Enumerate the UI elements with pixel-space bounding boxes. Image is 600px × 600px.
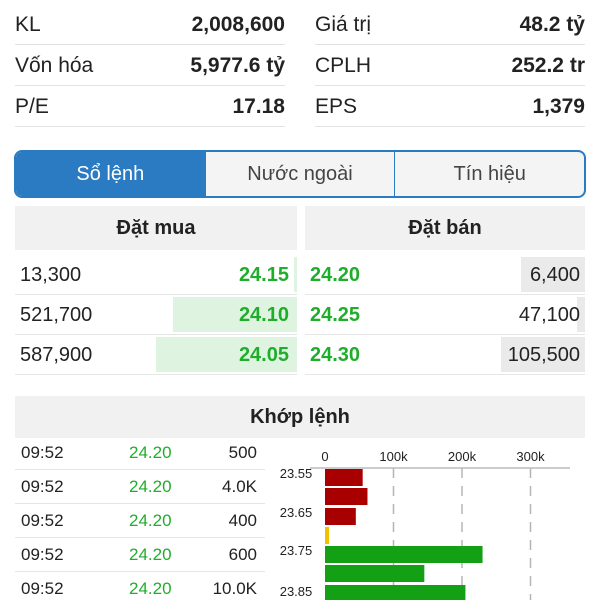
x-tick-label: 300k [516, 449, 545, 464]
volume-bar [325, 469, 363, 486]
segmented-tabs: Sổ lệnh Nước ngoài Tín hiệu [14, 150, 586, 198]
volume-bar [325, 585, 466, 600]
stat-value: 48.2 tỷ [519, 12, 585, 36]
stat-label: Giá trị [315, 12, 372, 36]
sell-orders-header: Đặt bán [305, 206, 585, 250]
sell-price: 24.30 [310, 344, 361, 366]
stat-value: 1,379 [532, 94, 585, 118]
sell-volume: 105,500 [507, 344, 580, 366]
buy-depth-bar [294, 257, 297, 292]
trade-time: 09:52 [21, 443, 64, 462]
sell-volume: 47,100 [518, 304, 580, 326]
sell-volume: 6,400 [529, 264, 580, 286]
buy-price: 24.05 [238, 344, 289, 366]
buy-volume: 587,900 [20, 344, 93, 366]
volume-bar [325, 546, 483, 563]
tab-order-book[interactable]: Sổ lệnh [16, 152, 205, 196]
trade-time: 09:52 [21, 545, 64, 564]
trade-price: 24.20 [129, 545, 172, 564]
trade-price: 24.20 [129, 579, 172, 598]
stat-value: 17.18 [232, 94, 285, 118]
trade-row: 09:52 24.20 500 [15, 436, 265, 470]
buy-price: 24.10 [238, 304, 289, 326]
stat-label: Vốn hóa [15, 53, 94, 77]
buy-volume: 13,300 [20, 264, 82, 286]
y-tick-label: 23.85 [280, 584, 313, 599]
sell-order-row[interactable]: 24.30 105,500 [305, 335, 585, 375]
buy-orders-header: Đặt mua [15, 206, 297, 250]
trade-volume: 500 [228, 443, 257, 462]
stat-pe: P/E 17.18 [15, 87, 285, 127]
y-tick-label: 23.75 [280, 543, 313, 558]
trade-price: 24.20 [129, 511, 172, 530]
trade-price: 24.20 [129, 477, 172, 496]
stat-value: 5,977.6 tỷ [190, 53, 285, 77]
buy-order-row[interactable]: 521,700 24.10 [15, 295, 297, 335]
buy-volume: 521,700 [20, 304, 93, 326]
sell-price: 24.20 [310, 264, 361, 286]
x-tick-label: 200k [448, 449, 477, 464]
trade-volume: 400 [228, 511, 257, 530]
volume-bar [325, 527, 330, 544]
volume-by-price-svg: 0 100k 200k 300k 23.55 23.65 23.75 23.85 [280, 449, 570, 600]
x-tick-label: 100k [379, 449, 408, 464]
stat-shares-outstanding: CPLH 252.2 tr [315, 46, 585, 86]
buy-price: 24.15 [238, 264, 289, 286]
trade-time: 09:52 [21, 477, 64, 496]
stock-stats-panel: KL 2,008,600 Vốn hóa 5,977.6 tỷ P/E 17.1… [0, 0, 600, 130]
stat-market-cap: Vốn hóa 5,977.6 tỷ [15, 46, 285, 86]
volume-bar [325, 565, 425, 582]
stat-volume: KL 2,008,600 [15, 5, 285, 45]
trade-row: 09:52 24.20 4.0K [15, 470, 265, 504]
tab-foreign[interactable]: Nước ngoài [204, 152, 395, 196]
volume-bar [325, 488, 368, 505]
buy-order-row[interactable]: 13,300 24.15 [15, 255, 297, 295]
sell-order-row[interactable]: 24.20 6,400 [305, 255, 585, 295]
stat-value: 2,008,600 [191, 12, 285, 36]
stat-value: 252.2 tr [511, 53, 585, 77]
trade-row: 09:52 24.20 400 [15, 504, 265, 538]
trade-volume: 4.0K [222, 477, 257, 496]
stat-label: CPLH [315, 53, 372, 77]
trade-volume: 600 [228, 545, 257, 564]
volume-bar [325, 508, 356, 525]
stat-label: P/E [15, 94, 49, 118]
trade-price: 24.20 [129, 443, 172, 462]
stat-value-traded: Giá trị 48.2 tỷ [315, 5, 585, 45]
matched-orders-header: Khớp lệnh [15, 396, 585, 438]
sell-price: 24.25 [310, 304, 361, 326]
x-tick-label: 0 [321, 449, 328, 464]
stat-eps: EPS 1,379 [315, 87, 585, 127]
y-tick-label: 23.65 [280, 505, 313, 520]
trade-time: 09:52 [21, 579, 64, 598]
trade-row: 09:52 24.20 600 [15, 538, 265, 572]
sell-order-row[interactable]: 24.25 47,100 [305, 295, 585, 335]
volume-by-price-chart: 0 100k 200k 300k 23.55 23.65 23.75 23.85 [270, 440, 590, 600]
buy-order-row[interactable]: 587,900 24.05 [15, 335, 297, 375]
tab-signals[interactable]: Tín hiệu [394, 152, 584, 196]
trade-time: 09:52 [21, 511, 64, 530]
trade-volume: 10.0K [212, 579, 257, 598]
stat-label: EPS [315, 94, 358, 118]
y-tick-label: 23.55 [280, 466, 313, 481]
stat-label: KL [15, 12, 41, 36]
trade-row: 09:52 24.20 10.0K [15, 572, 265, 600]
